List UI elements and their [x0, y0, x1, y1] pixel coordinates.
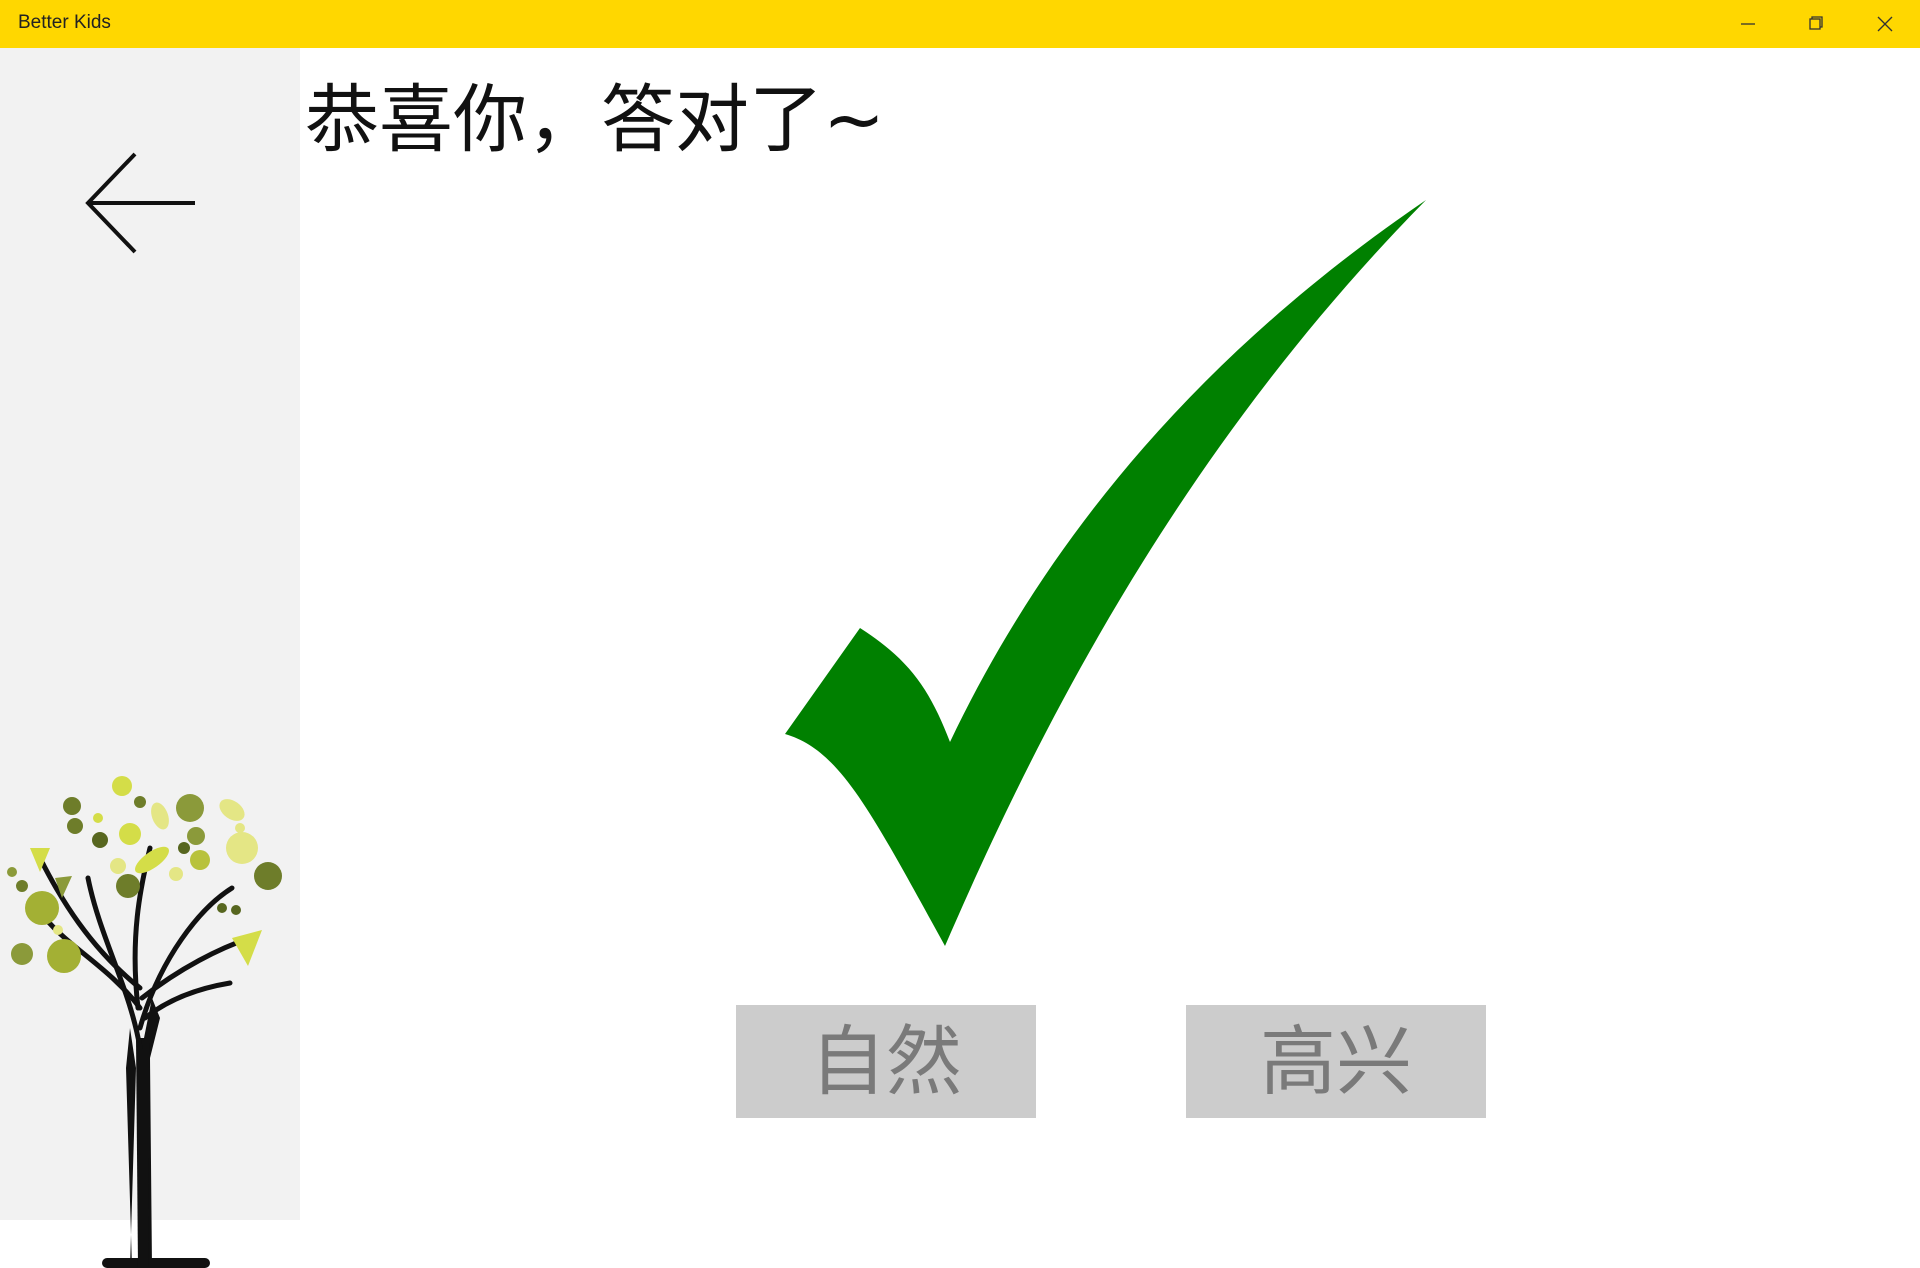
restore-icon — [1809, 16, 1823, 30]
close-icon — [1877, 16, 1893, 32]
title-bar: Better Kids — [0, 0, 1920, 48]
minimize-icon — [1741, 23, 1755, 25]
fruit-tree-illustration — [7, 776, 282, 1268]
back-button[interactable] — [80, 148, 200, 258]
sidebar — [0, 48, 300, 1268]
minimize-button[interactable] — [1714, 0, 1782, 48]
option-button-gaoxing[interactable]: 高兴 — [1186, 1005, 1486, 1118]
app-title: Better Kids — [18, 12, 111, 33]
checkmark-icon — [785, 200, 1426, 946]
restore-button[interactable] — [1782, 0, 1850, 48]
result-heading: 恭喜你，答对了~ — [305, 77, 886, 163]
arrow-left-icon — [85, 152, 195, 254]
close-button[interactable] — [1850, 0, 1918, 48]
option-button-ziran[interactable]: 自然 — [736, 1005, 1036, 1118]
